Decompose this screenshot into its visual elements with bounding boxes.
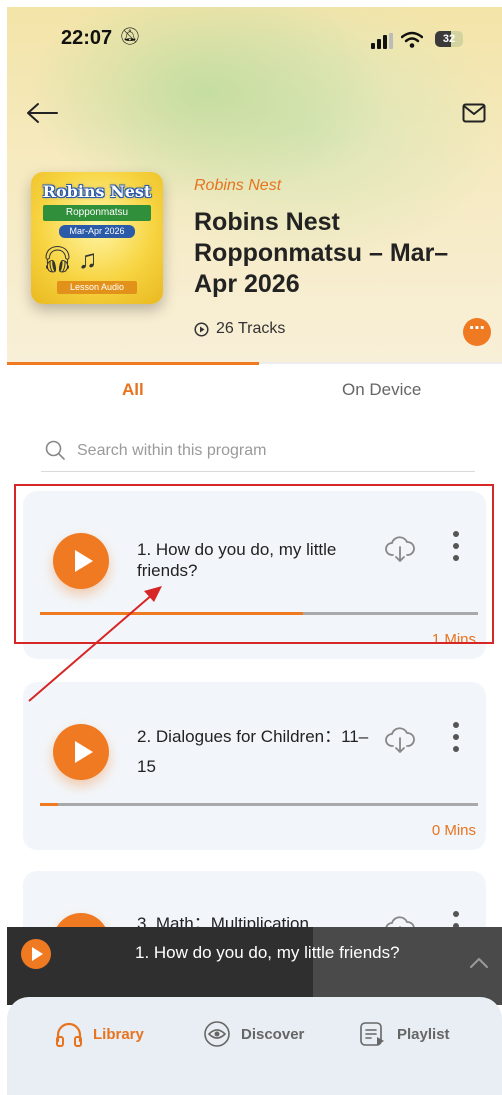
nav-library-label: Library [93,1025,144,1043]
search-icon [45,440,65,460]
kebab-menu-icon[interactable] [451,722,461,754]
track-card[interactable]: 2. Dialogues for Children：11–15 0 Mins [23,682,486,850]
track-title: 2. Dialogues for Children：11–15 [137,727,369,776]
track-duration: 0 Mins [431,822,476,839]
track-count: 26 Tracks [194,320,285,338]
eye-icon [204,1021,230,1047]
program-title: Robins Nest Ropponmatsu – Mar–Apr 2026 [194,208,449,298]
arrow-left-icon[interactable] [25,101,59,125]
mini-player-title: 1. How do you do, my little friends? [135,943,400,962]
cloud-download-icon[interactable] [385,726,415,754]
progress-fill [40,803,58,806]
track-count-label: 26 Tracks [216,320,286,337]
tab-on-device[interactable]: On Device [342,380,421,400]
progress-bar [40,803,478,806]
chevron-up-icon[interactable] [469,957,489,969]
tab-bar: All On Device [7,362,502,410]
more-options-button[interactable]: ⋯ [463,318,491,346]
cover-title: Robins Nest [42,182,152,201]
playlist-icon [360,1022,384,1046]
tab-all[interactable]: All [122,380,144,400]
headphones-book-icon: 🎧︎♫ [41,244,102,274]
wifi-icon [401,31,423,48]
active-tab-indicator [7,362,259,365]
program-category[interactable]: Robins Nest [194,177,281,195]
play-button[interactable] [53,724,109,780]
search-bar [41,432,475,472]
bottom-nav: Library Discover Playlist [7,997,502,1095]
nav-discover-label: Discover [241,1025,305,1043]
battery-level: 32 [442,33,456,45]
cover-subtitle: Ropponmatsu [43,205,151,221]
mini-play-button[interactable] [21,939,51,969]
nav-library[interactable]: Library [55,1021,144,1047]
status-time: 22:07 [61,27,113,49]
search-input[interactable] [77,436,457,466]
annotation-highlight-box [14,484,494,644]
bell-off-icon: 🔕︎ [119,27,141,46]
mail-icon[interactable] [462,103,486,123]
cover-label: Lesson Audio [57,281,137,294]
program-header: 22:07 🔕︎ 32 Robins Nest Ropponmatsu Mar-… [7,7,502,362]
battery-icon: 32 [435,31,463,47]
mini-player[interactable]: 1. How do you do, my little friends? [7,927,502,1005]
cover-date: Mar-Apr 2026 [59,225,135,238]
app-screen: 22:07 🔕︎ 32 Robins Nest Ropponmatsu Mar-… [7,7,502,1095]
play-circle-icon [194,321,209,337]
headphones-icon [56,1022,82,1047]
nav-playlist[interactable]: Playlist [359,1021,450,1047]
nav-discover[interactable]: Discover [203,1021,304,1047]
nav-playlist-label: Playlist [397,1025,450,1043]
program-cover-art: Robins Nest Ropponmatsu Mar-Apr 2026 🎧︎♫… [31,172,163,304]
signal-icon [371,33,397,49]
